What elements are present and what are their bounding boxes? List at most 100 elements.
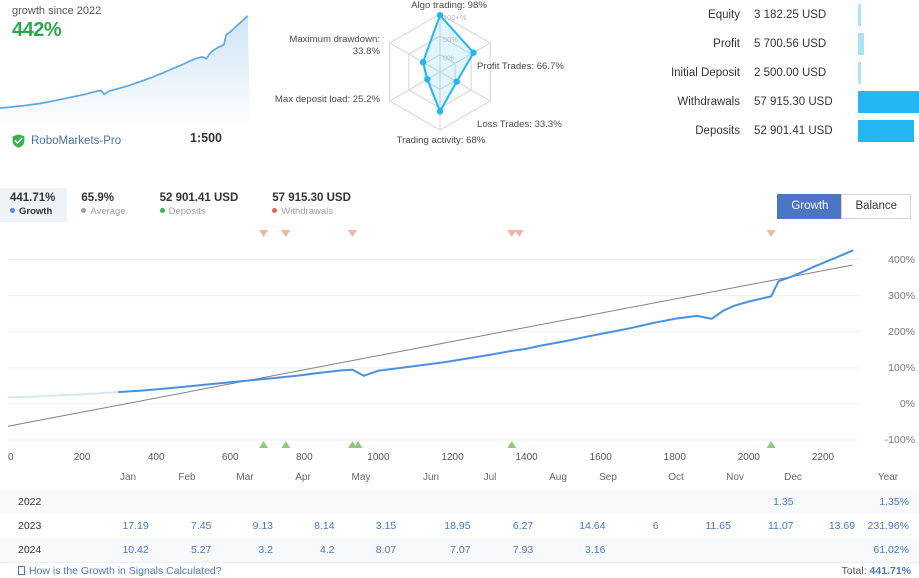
tab-balance[interactable]: Balance	[841, 194, 911, 219]
growth-chart-svg	[0, 228, 919, 460]
stat-value: 5 700.56 USD	[740, 38, 858, 50]
total-growth: Total: 441.71%	[842, 565, 911, 577]
stat-bar-cell	[858, 0, 919, 29]
cell-month: 14.64	[533, 514, 605, 538]
tab-growth[interactable]: Growth	[777, 194, 841, 219]
stat-label: Withdrawals	[620, 96, 740, 108]
stat-bar-cell	[858, 29, 919, 58]
total-value: 441.71%	[870, 565, 911, 577]
month-header-sep: Sep	[599, 472, 617, 483]
shield-check-icon	[12, 134, 25, 148]
signal-statistics-page: growth since 2022 442% RoboMarkets-Pro 1…	[0, 0, 919, 578]
cell-month: 11.65	[659, 514, 731, 538]
cell-month	[83, 490, 149, 514]
page-footer: How is the Growth in Signals Calculated?…	[0, 562, 919, 578]
stat-bar	[858, 91, 919, 113]
month-header-jan: Jan	[120, 472, 136, 483]
growth-help-link-text: How is the Growth in Signals Calculated?	[29, 565, 222, 577]
stat-label: Equity	[620, 9, 740, 21]
cell-month	[794, 538, 856, 562]
cell-month: 3.16	[533, 538, 605, 562]
broker-name[interactable]: RoboMarkets-Pro	[31, 135, 121, 147]
x-tick-label: 1600	[590, 452, 612, 463]
month-header-may: May	[352, 472, 371, 483]
y-tick-label: 200%	[888, 326, 915, 338]
growth-help-link[interactable]: How is the Growth in Signals Calculated?	[18, 565, 222, 577]
cell-month: 10.42	[83, 538, 149, 562]
cell-month	[605, 490, 658, 514]
y-tick-label: 400%	[888, 254, 915, 266]
cell-month: 9.13	[211, 514, 273, 538]
month-header-year: Year	[878, 472, 898, 483]
cell-year-total: 1.35%	[855, 490, 919, 514]
cell-month: 18.95	[396, 514, 470, 538]
stat-bar	[858, 33, 864, 55]
cell-month	[396, 490, 470, 514]
x-tick-label: 200	[74, 452, 91, 463]
month-column-headers: JanFebMarAprMayJunJulAugSepOctNovDecYear	[0, 472, 919, 488]
x-tick-label: 1400	[515, 452, 537, 463]
y-tick-label: -100%	[885, 434, 915, 446]
legend-color-dot	[81, 208, 86, 213]
stat-bar-cell	[858, 58, 919, 87]
legend-value: 65.9%	[81, 191, 125, 205]
x-tick-label: 1000	[367, 452, 389, 463]
stat-bar	[858, 62, 861, 84]
radar-label-maximum-drawdown: Maximum drawdown: 33.8%	[270, 34, 380, 58]
cell-month: 1.35	[731, 490, 794, 514]
stat-value: 2 500.00 USD	[740, 67, 858, 79]
growth-summary-card: growth since 2022 442% RoboMarkets-Pro 1…	[0, 0, 250, 160]
svg-text:100+%: 100+%	[443, 13, 467, 22]
stat-row: Deposits52 901.41 USD	[620, 116, 919, 145]
stat-bar-cell	[858, 116, 919, 145]
month-header-apr: Apr	[295, 472, 311, 483]
cell-month	[605, 538, 658, 562]
month-header-nov: Nov	[726, 472, 744, 483]
y-tick-label: 100%	[888, 362, 915, 374]
radar-label-trading-activity: Trading activity: 68%	[366, 135, 516, 147]
chart-legend: 441.71%Growth 65.9%Average 52 901.41 USDDe…	[0, 188, 377, 222]
cell-month: 17.19	[83, 514, 149, 538]
cell-month: 13.69	[794, 514, 856, 538]
total-label: Total:	[842, 565, 867, 577]
stat-label: Initial Deposit	[620, 67, 740, 79]
growth-percent-value: 442%	[12, 19, 61, 42]
leverage-value: 1:500	[190, 131, 222, 145]
table-row: 202410.425.273.24.28.077.077.933.1661.02…	[0, 538, 919, 562]
growth-chart[interactable]: 400%300%200%100%0%-100%	[0, 228, 919, 460]
cell-year-total: 61.02%	[855, 538, 919, 562]
cell-month	[731, 538, 794, 562]
legend-color-dot	[160, 208, 165, 213]
legend-item-growth[interactable]: 441.71%Growth	[0, 188, 67, 222]
row-year: 2022	[0, 490, 83, 514]
radar-label-max-deposit-load: Max deposit load: 25.2%	[270, 94, 380, 106]
x-tick-label: 600	[222, 452, 239, 463]
month-header-feb: Feb	[178, 472, 195, 483]
stat-bar	[858, 4, 861, 26]
x-axis-ticks: 0200400600800100012001400160018002000220…	[0, 452, 919, 470]
stat-bar-cell	[858, 87, 919, 116]
x-tick-label: 2200	[812, 452, 834, 463]
x-tick-label: 400	[148, 452, 165, 463]
legend-label: Growth	[10, 205, 55, 218]
cell-month	[273, 490, 335, 514]
stat-value: 57 915.30 USD	[740, 96, 858, 108]
legend-color-dot	[272, 208, 277, 213]
month-header-jun: Jun	[423, 472, 439, 483]
cell-month	[794, 490, 856, 514]
legend-item-withdrawals[interactable]: 57 915.30 USDWithdrawals	[272, 188, 351, 222]
month-header-mar: Mar	[236, 472, 253, 483]
legend-item-deposits[interactable]: 52 901.41 USDDeposits	[160, 188, 239, 222]
legend-item-average[interactable]: 65.9%Average	[81, 188, 125, 222]
cell-year-total: 231.96%	[855, 514, 919, 538]
cell-month: 3.15	[335, 514, 397, 538]
cell-month: 7.45	[149, 514, 212, 538]
stat-row: Profit5 700.56 USD	[620, 29, 919, 58]
radar-label-profit-trades: Profit Trades: 66.7%	[477, 61, 564, 73]
legend-label: Withdrawals	[272, 205, 351, 218]
stat-row: Equity3 182.25 USD	[620, 0, 919, 29]
stat-value: 52 901.41 USD	[740, 125, 858, 137]
stat-bar	[858, 120, 914, 142]
cell-month: 8.07	[335, 538, 397, 562]
stat-label: Profit	[620, 38, 740, 50]
